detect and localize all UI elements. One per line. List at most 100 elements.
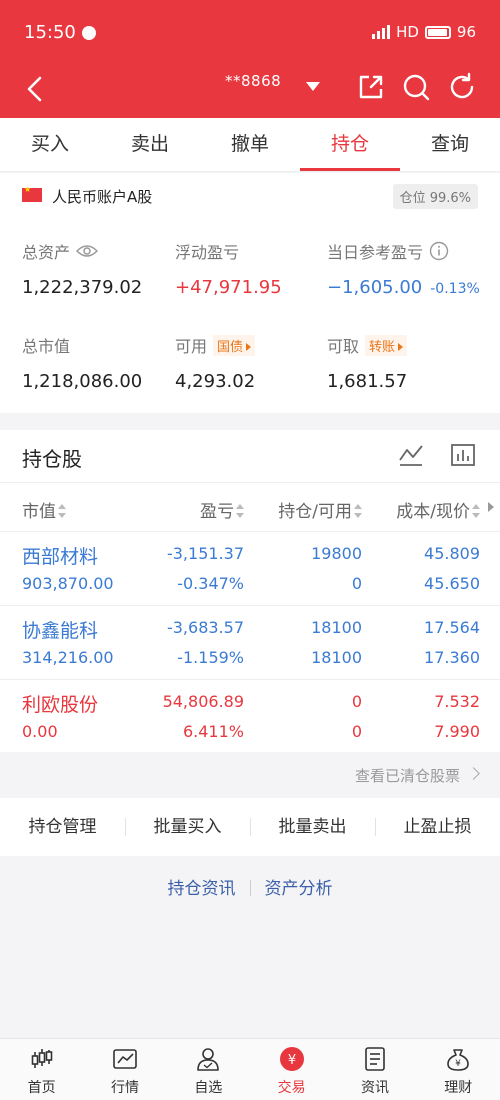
asset-analysis-link[interactable]: 资产分析 <box>265 874 333 899</box>
stock-market-value: 0.00 <box>22 722 58 741</box>
header-hold-available[interactable]: 持仓/可用 <box>278 497 362 522</box>
stock-hold: 18100 <box>311 618 362 637</box>
account-selector[interactable]: **8868 <box>225 72 281 90</box>
news-icon <box>365 1047 385 1071</box>
search-icon[interactable] <box>401 72 431 102</box>
header-cost-price[interactable]: 成本/现价 <box>396 497 480 522</box>
eye-icon[interactable] <box>76 244 99 258</box>
bottom-nav-label: 理财 <box>444 1080 473 1096</box>
holdings-title: 持仓股 <box>22 447 82 471</box>
user-star-icon <box>197 1048 220 1071</box>
bottom-nav-watchlist[interactable]: 自选 <box>167 1039 250 1100</box>
holding-row[interactable]: 利欧股份 0.00 54,806.89 6.411% 0 0 7.532 7.9… <box>0 680 500 754</box>
stock-cost: 45.809 <box>424 544 480 563</box>
sort-icon <box>354 504 362 518</box>
tab-buy[interactable]: 买入 <box>0 118 100 171</box>
available-value: 4,293.02 <box>175 371 256 392</box>
total-assets-value: 1,222,379.02 <box>22 277 143 298</box>
holding-actions: 持仓管理 批量买入 批量卖出 止盈止损 <box>0 798 500 856</box>
bottom-nav-label: 行情 <box>110 1080 139 1096</box>
bottom-nav-market[interactable]: 行情 <box>83 1039 166 1100</box>
bottom-nav-home[interactable]: 首页 <box>0 1039 83 1100</box>
scroll-right-icon[interactable] <box>488 502 494 512</box>
money-bag-icon: ¥ <box>447 1049 470 1071</box>
battery-level: 96 <box>456 23 476 41</box>
day-pl-value: −1,605.00 <box>327 277 423 298</box>
tab-holdings[interactable]: 持仓 <box>300 118 400 171</box>
floating-pl-value: +47,971.95 <box>175 277 282 298</box>
bottom-nav: 首页 行情 自选 ¥ 交易 资讯 ¥ 理财 <box>0 1038 500 1100</box>
stock-available: 0 <box>351 722 362 741</box>
treasury-bond-chip[interactable]: 国债 <box>213 334 256 356</box>
candlestick-icon <box>31 1049 52 1068</box>
app-header: 15:50 HD 96 **8868 <box>0 0 500 118</box>
total-assets-label: 总资产 <box>22 243 71 262</box>
stock-hold: 0 <box>351 692 362 711</box>
transfer-chip[interactable]: 转账 <box>365 334 408 356</box>
sort-icon <box>472 504 480 518</box>
floating-pl: 浮动盈亏 +47,971.95 <box>175 239 282 298</box>
refresh-icon[interactable] <box>447 72 477 102</box>
bottom-nav-label: 资讯 <box>360 1080 389 1096</box>
tab-query[interactable]: 查询 <box>400 118 500 171</box>
yuan-coin-icon: ¥ <box>279 1047 304 1071</box>
day-pl-label: 当日参考盈亏 <box>327 243 424 262</box>
svg-text:¥: ¥ <box>288 1053 296 1068</box>
status-right: HD 96 <box>372 23 476 41</box>
holding-manage-button[interactable]: 持仓管理 <box>0 798 125 856</box>
info-icon[interactable] <box>429 241 449 261</box>
market-value: 总市值 1,218,086.00 <box>22 333 142 392</box>
floating-pl-label: 浮动盈亏 <box>175 243 240 262</box>
stock-cost: 17.564 <box>424 618 480 637</box>
stock-pl-percent: 6.411% <box>182 722 244 741</box>
stock-available: 0 <box>351 574 362 593</box>
notification-dot-icon <box>82 26 96 40</box>
trade-tabs: 买入 卖出 撤单 持仓 查询 <box>0 118 500 172</box>
bottom-nav-label: 自选 <box>194 1080 223 1096</box>
tab-cancel[interactable]: 撤单 <box>200 118 300 171</box>
bottom-nav-trade[interactable]: ¥ 交易 <box>250 1039 333 1100</box>
status-time: 15:50 <box>24 22 76 43</box>
battery-icon <box>424 25 451 39</box>
stock-cost: 7.532 <box>434 692 480 711</box>
bar-chart-icon[interactable] <box>450 442 476 468</box>
stock-name: 利欧股份 <box>22 694 99 716</box>
holdings-section: 持仓股 市值 盈亏 持仓/可用 成本/现价 西部材料 903,870.00 -3… <box>0 430 500 752</box>
signal-icon <box>372 25 391 39</box>
batch-sell-button[interactable]: 批量卖出 <box>250 798 375 856</box>
back-icon[interactable] <box>20 74 50 104</box>
stock-price: 45.650 <box>424 574 480 593</box>
market-value-value: 1,218,086.00 <box>22 371 143 392</box>
bottom-nav-news[interactable]: 资讯 <box>333 1039 416 1100</box>
header-pl[interactable]: 盈亏 <box>200 497 244 522</box>
line-chart-icon[interactable] <box>398 442 424 468</box>
stock-pl: 54,806.89 <box>162 692 244 711</box>
stop-profit-loss-button[interactable]: 止盈止损 <box>375 798 500 856</box>
position-ratio-badge: 仓位 99.6% <box>392 184 478 209</box>
holding-row[interactable]: 西部材料 903,870.00 -3,151.37 -0.347% 19800 … <box>0 532 500 606</box>
share-icon[interactable] <box>356 72 386 102</box>
bottom-nav-label: 首页 <box>27 1080 56 1096</box>
status-bar: 15:50 HD 96 <box>0 0 500 66</box>
cleared-stocks-link[interactable]: 查看已清仓股票 <box>0 752 500 798</box>
cn-flag-icon <box>22 185 42 202</box>
day-pl: 当日参考盈亏 −1,605.00 -0.13% <box>327 239 480 298</box>
stock-price: 7.990 <box>434 722 480 741</box>
holdings-table-header: 市值 盈亏 持仓/可用 成本/现价 <box>0 482 500 532</box>
stock-pl-percent: -0.347% <box>177 574 244 593</box>
stock-name: 协鑫能科 <box>22 620 99 642</box>
header-market-value[interactable]: 市值 <box>22 497 66 522</box>
day-pl-percent: -0.13% <box>430 281 480 297</box>
holding-news-link[interactable]: 持仓资讯 <box>168 874 236 899</box>
account-name: 人民币账户A股 <box>52 188 153 206</box>
chevron-right-icon <box>467 767 480 780</box>
network-type: HD <box>396 23 419 41</box>
stock-hold: 19800 <box>311 544 362 563</box>
holding-row[interactable]: 协鑫能科 314,216.00 -3,683.57 -1.159% 18100 … <box>0 606 500 680</box>
chevron-down-icon[interactable] <box>306 82 320 91</box>
tab-sell[interactable]: 卖出 <box>100 118 200 171</box>
sort-icon <box>58 504 66 518</box>
batch-buy-button[interactable]: 批量买入 <box>125 798 250 856</box>
bottom-nav-wealth[interactable]: ¥ 理财 <box>417 1039 500 1100</box>
available-label: 可用 <box>175 337 208 356</box>
